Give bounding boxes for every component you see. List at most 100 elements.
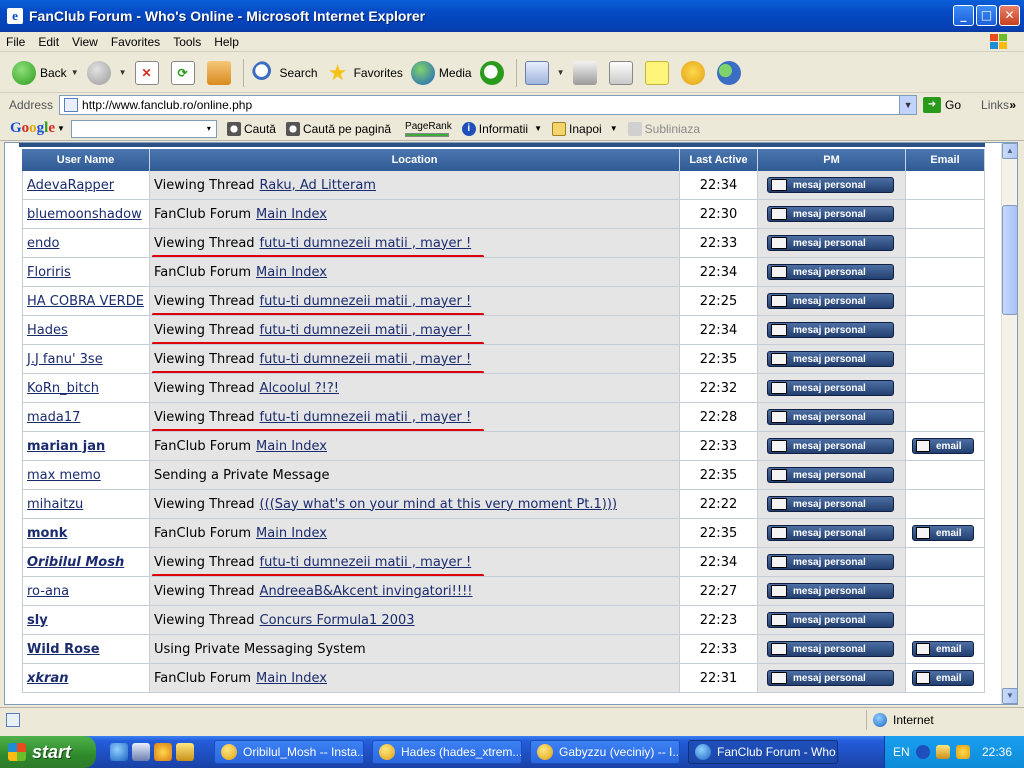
task-button-fanclub[interactable]: FanClub Forum - Who... [688, 740, 838, 764]
username-link[interactable]: marian jan [27, 439, 105, 454]
username-link[interactable]: mihaitzu [27, 497, 83, 512]
location-link[interactable]: Main Index [256, 207, 327, 222]
location-link[interactable]: futu-ti dumnezeii matii , mayer ! [260, 352, 472, 367]
info-button[interactable]: i Informatii ▼ [461, 121, 542, 136]
private-message-button[interactable]: mesaj personal [767, 409, 894, 425]
private-message-button[interactable]: mesaj personal [767, 380, 894, 396]
back-nav-button[interactable]: Inapoi ▼ [552, 121, 618, 136]
tray-chevron-icon[interactable] [915, 745, 930, 759]
links-button[interactable]: Links [981, 98, 1009, 112]
go-button[interactable]: ➜ Go [923, 97, 961, 113]
location-link[interactable]: futu-ti dumnezeii matii , mayer ! [260, 410, 472, 425]
messenger-quicklaunch-icon[interactable] [176, 743, 194, 761]
pagerank-indicator[interactable]: PageRank [405, 121, 452, 137]
menu-favorites[interactable]: Favorites [105, 35, 167, 49]
location-link[interactable]: AndreeaB&Akcent invingatori!!!! [260, 584, 473, 599]
scrollbar-thumb[interactable] [1002, 205, 1017, 315]
private-message-button[interactable]: mesaj personal [767, 670, 894, 686]
chevron-down-icon[interactable]: ▼ [119, 68, 127, 77]
username-link[interactable]: ro-ana [27, 584, 69, 599]
location-link[interactable]: Alcoolul ?!?! [260, 381, 339, 396]
home-button[interactable] [203, 57, 239, 89]
email-button[interactable]: email [912, 525, 974, 541]
google-search-button[interactable]: Caută [226, 121, 276, 136]
task-button-hades[interactable]: Hades (hades_xtrem... [372, 740, 522, 764]
username-link[interactable]: HA COBRA VERDE [27, 294, 144, 309]
tray-smiley-icon[interactable] [955, 745, 970, 759]
private-message-button[interactable]: mesaj personal [767, 641, 894, 657]
username-link[interactable]: Hades [27, 323, 68, 338]
chevron-down-icon[interactable]: ▼ [557, 68, 565, 77]
private-message-button[interactable]: mesaj personal [767, 264, 894, 280]
private-message-button[interactable]: mesaj personal [767, 322, 894, 338]
username-link[interactable]: monk [27, 526, 67, 541]
google-logo[interactable]: Google [10, 120, 55, 137]
private-message-button[interactable]: mesaj personal [767, 467, 894, 483]
more-chevron-icon[interactable]: » [1009, 98, 1016, 112]
email-button[interactable]: email [912, 438, 974, 454]
menu-help[interactable]: Help [208, 35, 246, 49]
private-message-button[interactable]: mesaj personal [767, 554, 894, 570]
username-link[interactable]: max memo [27, 468, 101, 483]
address-input[interactable]: http://www.fanclub.ro/online.php ▼ [59, 95, 918, 115]
private-message-button[interactable]: mesaj personal [767, 235, 894, 251]
media-player-quicklaunch-icon[interactable] [154, 743, 172, 761]
menu-file[interactable]: File [0, 35, 32, 49]
chevron-down-icon[interactable]: ▼ [534, 124, 542, 133]
username-link[interactable]: KoRn_bitch [27, 381, 99, 396]
chevron-down-icon[interactable]: ▼ [71, 68, 79, 77]
refresh-button[interactable]: ⟳ [167, 57, 203, 89]
minimize-button[interactable]: _ [953, 5, 974, 26]
menu-edit[interactable]: Edit [32, 35, 66, 49]
scroll-up-icon[interactable]: ▲ [1002, 143, 1017, 159]
private-message-button[interactable]: mesaj personal [767, 583, 894, 599]
username-link[interactable]: Oribilul Mosh [27, 555, 124, 570]
username-link[interactable]: sly [27, 613, 48, 628]
username-link[interactable]: J.J fanu' 3se [27, 352, 103, 367]
private-message-button[interactable]: mesaj personal [767, 612, 894, 628]
location-link[interactable]: Main Index [256, 526, 327, 541]
messenger-button[interactable] [677, 57, 713, 89]
email-button[interactable]: email [912, 670, 974, 686]
ie-quicklaunch-icon[interactable] [110, 743, 128, 761]
stop-button[interactable]: ✕ [131, 57, 167, 89]
private-message-button[interactable]: mesaj personal [767, 525, 894, 541]
username-link[interactable]: endo [27, 236, 59, 251]
language-indicator[interactable]: EN [893, 745, 910, 759]
task-button-gabyzzu[interactable]: Gabyzzu (veciniy) -- I... [530, 740, 680, 764]
print-button[interactable] [569, 57, 605, 89]
location-link[interactable]: Main Index [256, 265, 327, 280]
menu-view[interactable]: View [66, 35, 105, 49]
username-link[interactable]: mada17 [27, 410, 80, 425]
note-button[interactable] [641, 57, 677, 89]
chevron-down-icon[interactable]: ▼ [610, 124, 618, 133]
address-dropdown-icon[interactable]: ▼ [899, 96, 917, 114]
location-link[interactable]: (((Say what's on your mind at this very … [260, 497, 617, 512]
close-button[interactable]: ✕ [999, 5, 1020, 26]
desktop-quicklaunch-icon[interactable] [132, 743, 150, 761]
private-message-button[interactable]: mesaj personal [767, 496, 894, 512]
location-link[interactable]: futu-ti dumnezeii matii , mayer ! [260, 294, 472, 309]
google-search-dropdown-icon[interactable]: ▾ [202, 121, 216, 137]
username-link[interactable]: Wild Rose [27, 642, 100, 657]
menu-tools[interactable]: Tools [167, 35, 208, 49]
location-link[interactable]: Main Index [256, 439, 327, 454]
edit-button[interactable] [605, 57, 641, 89]
forward-button[interactable]: ▼ [83, 57, 131, 89]
start-button[interactable]: start [0, 736, 96, 768]
google-search-input[interactable]: ▾ [70, 119, 217, 138]
email-button[interactable]: email [912, 641, 974, 657]
username-link[interactable]: Floriris [27, 265, 71, 280]
private-message-button[interactable]: mesaj personal [767, 206, 894, 222]
location-link[interactable]: futu-ti dumnezeii matii , mayer ! [260, 236, 472, 251]
address-url[interactable]: http://www.fanclub.ro/online.php [82, 98, 252, 112]
task-button-oribilul[interactable]: Oribilul_Mosh -- Insta... [214, 740, 364, 764]
location-link[interactable]: futu-ti dumnezeii matii , mayer ! [260, 323, 472, 338]
favorites-button[interactable]: ★ Favorites [322, 57, 407, 89]
username-link[interactable]: bluemoonshadow [27, 207, 142, 222]
maximize-button[interactable]: □ [976, 5, 997, 26]
history-button[interactable] [476, 57, 512, 89]
back-button[interactable]: Back ▼ [8, 57, 83, 89]
username-link[interactable]: xkran [27, 671, 68, 686]
location-link[interactable]: futu-ti dumnezeii matii , mayer ! [260, 555, 472, 570]
